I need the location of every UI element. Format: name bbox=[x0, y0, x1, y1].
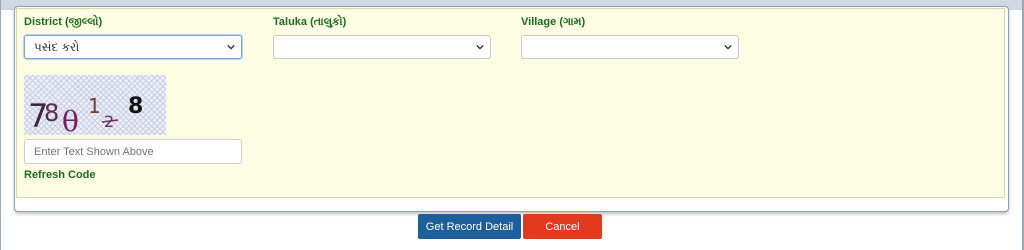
district-select-value: પસંદ કરો bbox=[34, 40, 80, 54]
captcha-image: 7 8 θ 1 2 8 bbox=[24, 75, 166, 138]
refresh-code-link[interactable]: Refresh Code bbox=[24, 169, 96, 181]
village-label: Village (ગામ) bbox=[521, 16, 586, 28]
taluka-select[interactable] bbox=[273, 35, 491, 59]
chevron-down-icon bbox=[227, 44, 235, 50]
svg-text:8: 8 bbox=[44, 99, 59, 127]
chevron-down-icon bbox=[724, 44, 732, 50]
cancel-button[interactable]: Cancel bbox=[523, 214, 602, 239]
get-record-detail-button[interactable]: Get Record Detail bbox=[418, 214, 521, 239]
captcha-text-image: 7 8 θ 1 2 8 bbox=[28, 94, 143, 138]
taluka-label: Taluka (તાલુકો) bbox=[273, 16, 347, 28]
captcha-input[interactable] bbox=[24, 139, 242, 164]
page-left-border bbox=[0, 0, 1, 250]
district-select[interactable]: પસંદ કરો bbox=[24, 35, 242, 59]
village-select[interactable] bbox=[521, 35, 739, 59]
chevron-down-icon bbox=[476, 44, 484, 50]
svg-text:8: 8 bbox=[128, 94, 143, 119]
svg-text:1: 1 bbox=[88, 94, 101, 118]
svg-text:θ: θ bbox=[62, 105, 79, 135]
district-label: District (જીલ્લો) bbox=[24, 16, 103, 28]
